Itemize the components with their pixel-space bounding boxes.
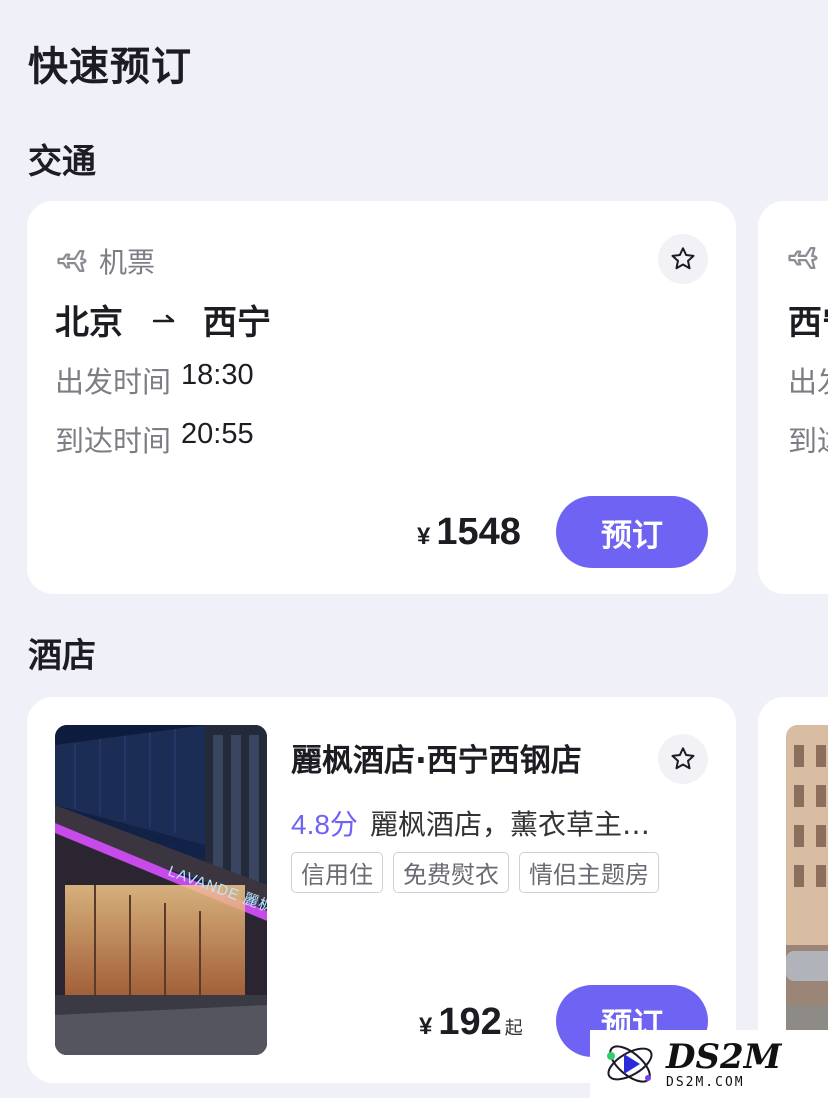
hotel-tag: 情侣主题房 [519,852,659,893]
watermark-text: DS2M DS2M.COM [666,1040,781,1089]
hotel-tag: 信用住 [291,852,383,893]
flight-favorite-button[interactable] [658,234,708,284]
arrival-label: 到达时间 [55,424,172,458]
plane-icon [788,246,818,270]
hotel-favorite-button[interactable] [658,734,708,784]
flight-type-row: 机票 [55,241,155,281]
arrow-right-icon [153,314,175,322]
watermark-logo [607,1045,653,1083]
hotel-rating: 4.8分 [291,809,358,840]
star-outline-icon [671,747,695,770]
flight-price-amount: 1548 [436,511,521,553]
arrival-time-row: 到达时间 20:55 [55,418,254,460]
next-flight-departure-label: 出发 [788,365,828,399]
departure-time-row: 出发时间 18:30 [55,359,254,401]
hotel-description: 麗枫酒店，薰衣草主… [369,808,650,841]
hotel-rating-row: 4.8分 麗枫酒店，薰衣草主… [291,803,650,843]
hotel-name[interactable]: 麗枫酒店·西宁西钢店 [291,735,582,780]
watermark-title: DS2M [666,1036,782,1077]
plane-icon [57,249,87,273]
star-outline-icon [671,247,695,270]
hotel-price-amount: 192 [438,1001,502,1043]
flight-card[interactable]: 机票 北京 西宁 出发时间 18:30 到达时间 20:55 ¥ 1548 预订 [27,201,736,594]
arrival-time: 20:55 [181,418,254,450]
departure-label: 出发时间 [55,365,172,399]
next-flight-arrival-label: 到达 [788,424,828,458]
flight-type-label: 机票 [99,246,156,279]
flight-book-button[interactable]: 预订 [556,496,708,568]
hotel-building-image: LAVANDE 麗枫酒店 [55,725,267,1055]
quick-booking-page: 快速预订 交通 机票 北京 西宁 出发时间 18:30 到达时间 20:55 ¥… [0,0,828,1098]
flight-origin: 北京 [55,303,123,343]
hotel-tags: 信用住 免费熨衣 情侣主题房 [291,852,659,893]
hotel-price-suffix: 起 [504,1018,523,1039]
flight-destination: 西宁 [203,303,271,343]
flight-route: 北京 西宁 [55,295,271,344]
hotel-card[interactable]: LAVANDE 麗枫酒店 麗枫酒店·西宁西钢店 4.8分 麗枫酒店，薰衣草主… … [27,697,736,1083]
flight-price: ¥ 1548 [417,511,521,554]
watermark: DS2M DS2M.COM [590,1030,828,1098]
next-flight-route: 西宁 [788,303,828,343]
hotel-tag: 免费熨衣 [393,852,509,893]
hotel-currency: ¥ [419,1013,433,1040]
flight-currency: ¥ [417,523,431,550]
next-hotel-photo[interactable] [786,725,828,1055]
hotel-photo[interactable]: LAVANDE 麗枫酒店 [55,725,267,1055]
section-title-transport: 交通 [28,142,96,182]
flight-card-next[interactable]: 西宁 出发 到达 [758,201,828,594]
hotel-card-next[interactable] [758,697,828,1083]
hotel-price: ¥ 192 起 [419,1001,523,1044]
departure-time: 18:30 [181,359,254,391]
section-title-hotel: 酒店 [28,636,96,676]
page-title: 快速预订 [28,44,192,90]
watermark-url: DS2M.COM [666,1074,745,1090]
